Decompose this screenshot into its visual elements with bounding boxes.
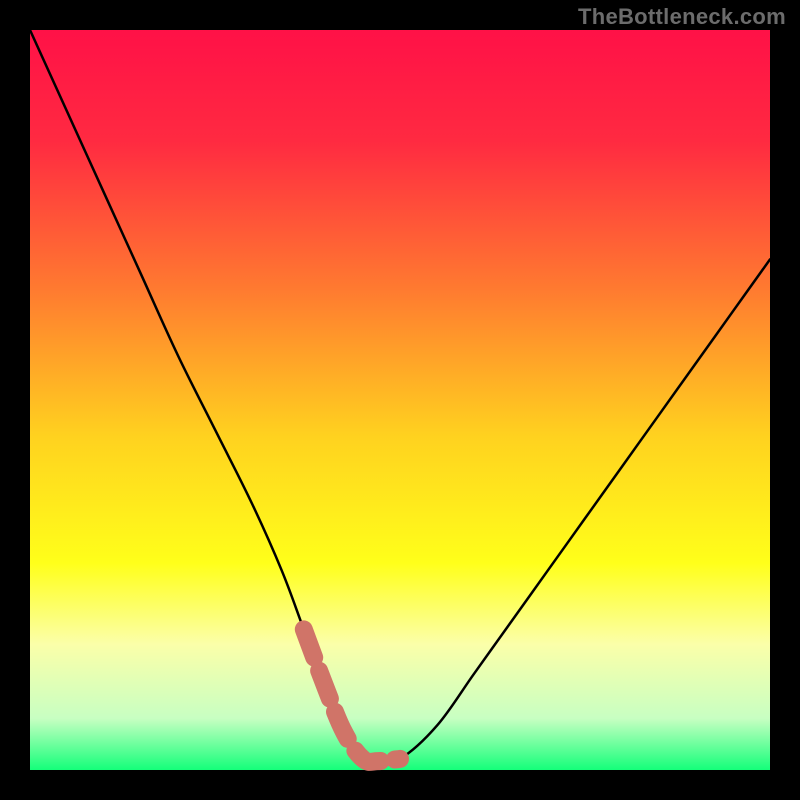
- chart-container: TheBottleneck.com: [0, 0, 800, 800]
- plot-background: [30, 30, 770, 770]
- bottleneck-chart: [0, 0, 800, 800]
- watermark-label: TheBottleneck.com: [578, 4, 786, 30]
